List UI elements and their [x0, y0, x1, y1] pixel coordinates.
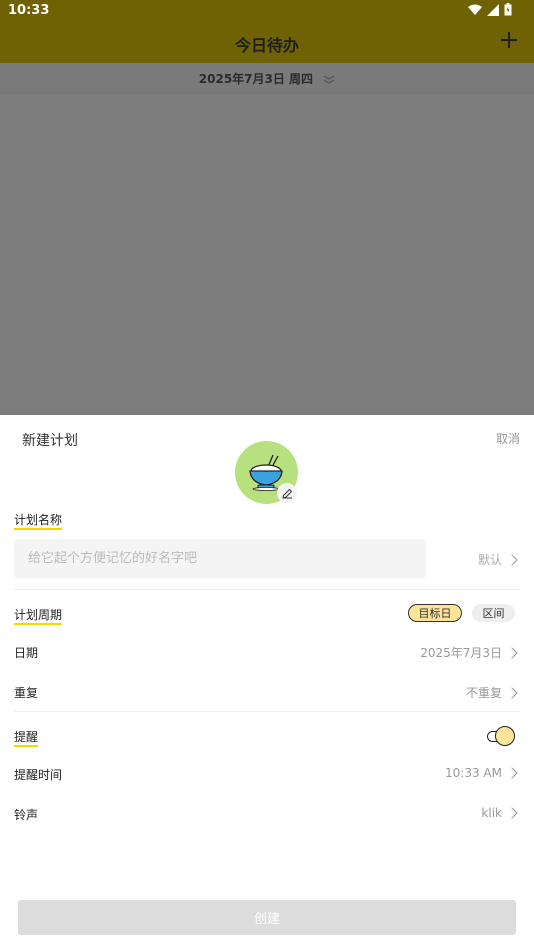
pencil-icon [281, 488, 292, 499]
chevron-right-icon [506, 553, 518, 566]
chip-range[interactable]: 区间 [472, 604, 515, 622]
chevron-right-icon [506, 767, 518, 779]
ringtone-value: klik [481, 806, 502, 820]
wifi-icon [468, 4, 482, 15]
date-selector[interactable]: 2025年7月3日 周四 [0, 70, 534, 87]
chevron-right-icon [506, 646, 518, 659]
page-title: 今日待办 [234, 36, 299, 55]
default-label: 默认 [477, 553, 502, 567]
divider [14, 711, 520, 712]
plan-name-label: 计划名称 [14, 511, 63, 530]
repeat-label: 重复 [14, 686, 39, 700]
reminder-time-value: 10:33 AM [445, 766, 502, 780]
reminder-label: 提醒 [14, 728, 39, 747]
dim-overlay[interactable] [0, 63, 534, 415]
status-bar: 10:33 [0, 0, 534, 22]
plan-name-input[interactable] [14, 539, 426, 578]
reminder-time-label: 提醒时间 [14, 768, 63, 782]
chevron-double-down-icon [323, 74, 335, 84]
new-plan-sheet: 新建计划 取消 计划名称 默认 计划周期 目标日 区间 日期 2025年7月3日… [0, 415, 534, 949]
chip-target-day[interactable]: 目标日 [408, 604, 462, 622]
date-value: 2025年7月3日 [420, 646, 502, 660]
plan-period-label: 计划周期 [14, 606, 63, 625]
status-icons [468, 3, 512, 16]
current-date: 2025年7月3日 周四 [198, 72, 314, 86]
battery-icon [504, 3, 512, 16]
ringtone-label: 铃声 [14, 808, 39, 822]
divider [14, 589, 520, 590]
toggle-thumb [495, 726, 515, 746]
repeat-row[interactable]: 不重复 [465, 684, 518, 701]
signal-icon [487, 3, 499, 16]
reminder-time-row[interactable]: 10:33 AM [445, 766, 518, 780]
date-row[interactable]: 2025年7月3日 [420, 644, 518, 661]
cancel-button[interactable]: 取消 [496, 430, 520, 447]
plus-icon[interactable] [500, 29, 518, 53]
reminder-toggle[interactable] [487, 726, 515, 746]
create-button[interactable]: 创建 [18, 900, 516, 935]
date-label: 日期 [14, 646, 39, 660]
sheet-title: 新建计划 [22, 433, 78, 449]
ringtone-row[interactable]: klik [481, 806, 518, 820]
chevron-right-icon [506, 686, 518, 699]
date-bar: 2025年7月3日 周四 [0, 63, 534, 95]
edit-icon-button[interactable] [277, 483, 297, 503]
status-time: 10:33 [8, 3, 50, 18]
chevron-right-icon [506, 807, 518, 819]
default-name-button[interactable]: 默认 [477, 551, 518, 568]
app-bar: 今日待办 [0, 22, 534, 63]
repeat-value: 不重复 [465, 686, 502, 700]
